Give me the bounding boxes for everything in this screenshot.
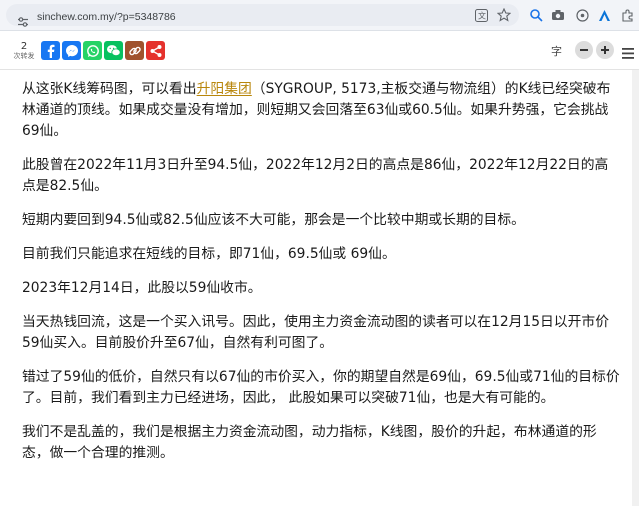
company-link[interactable]: 升阳集团 <box>197 81 252 97</box>
article-paragraph: 此股曾在2022年11月3日升至94.5仙，2022年12月2日的高点是86仙，… <box>22 157 609 194</box>
whatsapp-icon <box>86 44 99 57</box>
minus-icon <box>580 49 588 51</box>
messenger-icon <box>65 44 78 57</box>
font-increase-button[interactable] <box>596 41 614 59</box>
facebook-share-button[interactable] <box>41 41 60 60</box>
bookmark-star-icon[interactable] <box>497 8 511 22</box>
wechat-icon <box>107 45 121 57</box>
extension-icon[interactable] <box>575 8 589 22</box>
address-bar[interactable]: sinchew.com.my/?p=5348786 <box>6 4 519 27</box>
facebook-icon <box>47 44 55 58</box>
share-count-label: 次转发 <box>13 52 35 60</box>
plus-icon <box>601 46 609 54</box>
share-icon <box>150 44 161 57</box>
article-paragraph: 我们不是乱盖的，我们是根据主力资金流动图，动力指标，K线图，股价的升起，布林通道… <box>22 424 597 461</box>
browser-toolbar: sinchew.com.my/?p=5348786 文 <box>0 0 639 31</box>
article-paragraph: 短期内要回到94.5仙或82.5仙应该不大可能，那会是一个比较中期或长期的目标。 <box>22 212 525 228</box>
font-size-label: 字 <box>551 45 562 58</box>
article-paragraph: 2023年12月14日，此股以59仙收市。 <box>22 280 262 296</box>
page-scrollbar[interactable] <box>632 70 639 506</box>
article-paragraph: 从这张K线筹码图，可以看出升阳集团（SYGROUP, 5173,主板交通与物流组… <box>22 79 622 142</box>
article-paragraph: 当天热钱回流，这是一个买入讯号。因此，使用主力资金流动图的读者可以在12月15日… <box>22 314 609 351</box>
puzzle-icon[interactable] <box>620 8 634 22</box>
messenger-share-button[interactable] <box>62 41 81 60</box>
paragraph-text: 从这张K线筹码图，可以看出 <box>22 81 197 97</box>
svg-text:文: 文 <box>478 10 486 20</box>
link-icon <box>128 46 141 55</box>
menu-icon[interactable] <box>622 44 634 63</box>
site-settings-icon[interactable] <box>17 13 29 27</box>
article-paragraph: 目前我们只能追求在短线的目标，即71仙，69.5仙或 69仙。 <box>22 246 396 262</box>
share-count: 2 次转发 <box>13 42 35 60</box>
wechat-share-button[interactable] <box>104 41 123 60</box>
article-body: 从这张K线筹码图，可以看出升阳集团（SYGROUP, 5173,主板交通与物流组… <box>22 79 622 477</box>
azure-a-icon[interactable] <box>597 8 611 22</box>
camera-icon[interactable] <box>551 8 565 22</box>
lens-icon[interactable] <box>529 8 543 22</box>
share-button[interactable] <box>146 41 165 60</box>
whatsapp-share-button[interactable] <box>83 41 102 60</box>
share-count-number: 2 <box>20 41 28 52</box>
url-text[interactable]: sinchew.com.my/?p=5348786 <box>37 11 176 23</box>
translate-icon[interactable]: 文 <box>474 8 488 22</box>
font-decrease-button[interactable] <box>575 41 593 59</box>
copy-link-button[interactable] <box>125 41 144 60</box>
article-paragraph: 错过了59仙的低价，自然只有以67仙的市价买入，你的期望自然是69仙，69.5仙… <box>22 369 620 406</box>
